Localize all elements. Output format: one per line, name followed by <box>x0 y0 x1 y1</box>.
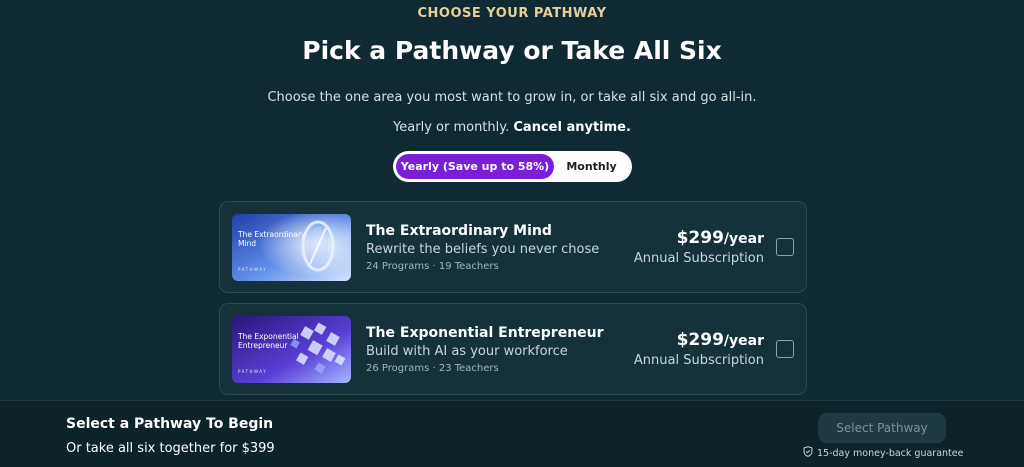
page-subtitle: Choose the one area you most want to gro… <box>267 90 757 105</box>
pathway-checkbox[interactable] <box>776 238 794 256</box>
page-title: Pick a Pathway or Take All Six <box>302 36 722 65</box>
pathway-subscription: Annual Subscription <box>633 353 764 368</box>
pathway-card-extraordinary-mind[interactable]: The Extraordinary Mind PATHWAY The Extra… <box>219 201 807 293</box>
pathway-title: The Exponential Entrepreneur <box>366 325 604 341</box>
select-pathway-button[interactable]: Select Pathway <box>818 413 946 443</box>
pathway-description: Build with AI as your workforce <box>366 344 568 359</box>
billing-toggle: Yearly (Save up to 58%) Monthly <box>393 151 632 182</box>
toggle-yearly[interactable]: Yearly (Save up to 58%) <box>396 154 554 179</box>
eyebrow-label: CHOOSE YOUR PATHWAY <box>417 6 607 21</box>
thumb-title: The Exponential Entrepreneur <box>238 332 299 350</box>
billing-note-prefix: Yearly or monthly. <box>393 120 510 135</box>
pathway-checkbox[interactable] <box>776 340 794 358</box>
toggle-monthly[interactable]: Monthly <box>554 154 629 179</box>
pathway-price: $299/year <box>677 330 764 350</box>
pathway-thumbnail: The Exponential Entrepreneur PATHWAY <box>232 316 351 383</box>
footer-subtitle: Or take all six together for $399 <box>66 441 275 456</box>
thumb-title: The Extraordinary Mind <box>238 230 306 248</box>
guarantee-note: 15-day money-back guarantee <box>803 446 963 460</box>
price-amount: $299 <box>676 228 724 248</box>
shield-check-icon <box>803 446 813 460</box>
thumb-tag: PATHWAY <box>238 369 268 374</box>
billing-note: Yearly or monthly. Cancel anytime. <box>0 120 1024 135</box>
footer-title: Select a Pathway To Begin <box>66 416 274 432</box>
pathway-meta: 26 Programs · 23 Teachers <box>366 363 499 374</box>
guarantee-text: 15-day money-back guarantee <box>817 447 964 459</box>
price-amount: $299 <box>676 330 724 350</box>
billing-note-emphasis: Cancel anytime. <box>513 120 631 135</box>
pathway-title: The Extraordinary Mind <box>366 223 552 239</box>
price-period: /year <box>723 231 764 247</box>
pathway-meta: 24 Programs · 19 Teachers <box>366 261 499 272</box>
pathway-thumbnail: The Extraordinary Mind PATHWAY <box>232 214 351 281</box>
price-period: /year <box>723 333 764 349</box>
pathway-subscription: Annual Subscription <box>633 251 764 266</box>
pathway-description: Rewrite the beliefs you never chose <box>366 242 600 257</box>
pathway-price: $299/year <box>677 228 764 248</box>
pathway-card-exponential-entrepreneur[interactable]: The Exponential Entrepreneur PATHWAY The… <box>219 303 807 395</box>
thumb-tag: PATHWAY <box>238 267 268 272</box>
footer-bar: Select a Pathway To Begin Or take all si… <box>0 400 1024 467</box>
